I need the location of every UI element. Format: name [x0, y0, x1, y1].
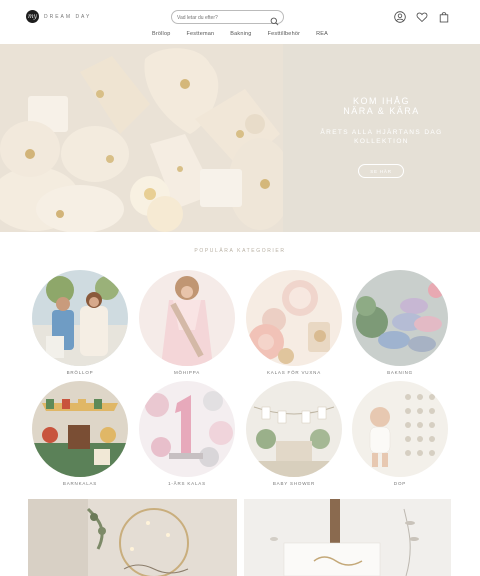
search-icon[interactable]	[270, 13, 279, 26]
account-icon[interactable]	[394, 10, 406, 23]
category-baby-shower[interactable]: BABY SHOWER	[246, 381, 342, 486]
category-bakning[interactable]: BAKNING	[352, 270, 448, 375]
category-image-brollop[interactable]	[32, 270, 128, 366]
hero-subtitle-line1: ÅRETS ALLA HJÄRTANS DAG	[320, 129, 443, 136]
nav-item-rea[interactable]: REA	[316, 31, 328, 37]
category-image-kalas-for-vuxna[interactable]	[246, 270, 342, 366]
category-image-bakning[interactable]	[352, 270, 448, 366]
logo-mark: my	[26, 10, 39, 23]
category-image-barnkalas[interactable]	[32, 381, 128, 477]
logo-text: DREAM DAY	[44, 13, 92, 20]
nav-item-bakning[interactable]: Bakning	[230, 31, 251, 37]
category-mohippa[interactable]: MÖHIPPA	[139, 270, 235, 375]
category-label: DOP	[393, 481, 407, 486]
hero-text-panel: KOM IHÅG NÄRA & KÄRA ÅRETS ALLA HJÄRTANS…	[283, 44, 480, 232]
category-image-dop[interactable]	[352, 381, 448, 477]
category-kalas-for-vuxna[interactable]: KALAS FÖR VUXNA	[246, 270, 342, 375]
category-barnkalas[interactable]: BARNKALAS	[32, 381, 128, 486]
hero-banner: KOM IHÅG NÄRA & KÄRA ÅRETS ALLA HJÄRTANS…	[0, 44, 480, 232]
main-nav: Bröllop Festteman Bakning Festtillbehör …	[0, 31, 480, 37]
hero-cta-button[interactable]: SE HÄR	[358, 164, 404, 178]
category-brollop[interactable]: BRÖLLOP	[32, 270, 128, 375]
category-1-ars-kalas[interactable]: 1-ÅRS KALAS	[139, 381, 235, 486]
category-label: BRÖLLOP	[66, 370, 94, 375]
categories-heading: POPULÄRA KATEGORIER	[194, 248, 286, 254]
category-image-baby-shower[interactable]	[246, 381, 342, 477]
hero-title: KOM IHÅG NÄRA & KÄRA	[283, 96, 480, 116]
brand-logo[interactable]: my DREAM DAY	[26, 10, 91, 23]
shopping-bag-icon[interactable]	[438, 10, 450, 23]
promo-banner-left[interactable]	[28, 499, 237, 576]
site-header: my DREAM DAY Bröllop Festteman Bakning F…	[0, 0, 480, 44]
hero-subtitle: ÅRETS ALLA HJÄRTANS DAG KOLLEKTION	[283, 128, 480, 146]
category-label: 1-ÅRS KALAS	[168, 481, 206, 486]
nav-item-brollop[interactable]: Bröllop	[152, 31, 171, 37]
category-label: BABY SHOWER	[272, 481, 316, 486]
category-dop[interactable]: DOP	[352, 381, 448, 486]
category-image-mohippa[interactable]	[139, 270, 235, 366]
nav-item-festtillbehor[interactable]: Festtillbehör	[268, 31, 301, 37]
nav-item-festteman[interactable]: Festteman	[186, 31, 214, 37]
hero-image-cookies[interactable]	[0, 44, 283, 232]
category-label: BAKNING	[387, 370, 413, 375]
hero-title-line1: KOM IHÅG	[352, 96, 410, 106]
hero-title-line2: NÄRA & KÄRA	[343, 106, 420, 116]
hero-subtitle-line2: KOLLEKTION	[354, 138, 409, 145]
wishlist-heart-icon[interactable]	[416, 10, 428, 23]
category-label: KALAS FÖR VUXNA	[266, 370, 321, 375]
category-label: BARNKALAS	[62, 481, 98, 486]
promo-banner-right[interactable]	[244, 499, 451, 576]
search-box	[171, 10, 284, 26]
category-label: MÖHIPPA	[173, 370, 201, 375]
header-icons	[394, 10, 450, 23]
search-input[interactable]	[177, 13, 267, 22]
category-image-1-ars-kalas[interactable]	[139, 381, 235, 477]
